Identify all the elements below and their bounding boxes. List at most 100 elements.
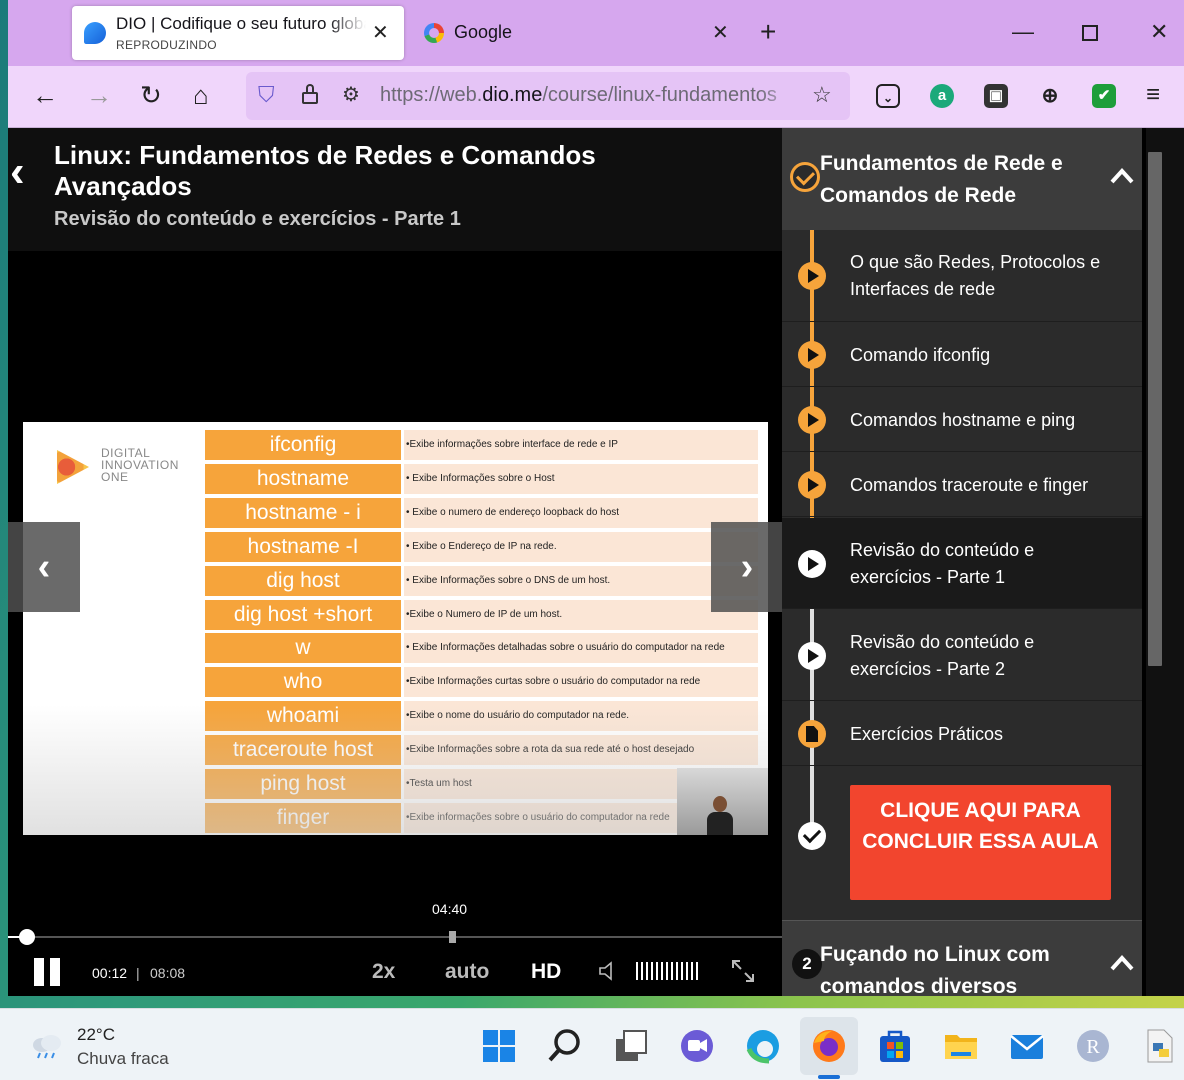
progress-track[interactable] bbox=[8, 936, 782, 938]
slide-command-label: dig host +short bbox=[205, 600, 401, 630]
sidebar-lesson-item[interactable]: Revisão do conteúdo e exercícios - Parte… bbox=[782, 610, 1142, 701]
slide-command-description: • Exibe Informações sobre o DNS de um ho… bbox=[404, 566, 758, 596]
slide-command-label: hostname bbox=[205, 464, 401, 494]
home-icon[interactable]: ⌂ bbox=[193, 80, 209, 110]
time-separator: | bbox=[136, 965, 140, 981]
extension-reader-icon[interactable]: ▣ bbox=[984, 84, 1008, 108]
edge-browser-icon[interactable] bbox=[744, 1027, 782, 1065]
menu-icon[interactable]: ≡ bbox=[1146, 80, 1160, 110]
progress-hover-marker bbox=[449, 931, 456, 943]
play-icon bbox=[798, 262, 826, 290]
tab-google[interactable]: Google ✕ bbox=[412, 6, 744, 60]
module-complete-icon bbox=[790, 162, 820, 192]
sidebar-lesson-label: Comando ifconfig bbox=[850, 345, 991, 365]
microsoft-store-icon[interactable] bbox=[876, 1027, 914, 1065]
quality-hd-button[interactable]: HD bbox=[531, 960, 561, 984]
fullscreen-icon[interactable] bbox=[730, 958, 756, 984]
chevron-up-icon[interactable] bbox=[1110, 164, 1134, 188]
course-title: Linux: Fundamentos de Redes e Comandos A… bbox=[54, 140, 596, 201]
maximize-icon[interactable] bbox=[1082, 20, 1098, 41]
dio-favicon-icon bbox=[84, 22, 106, 44]
module-header-next[interactable]: 2 Fuçando no Linux com comandos diversos bbox=[782, 920, 1142, 996]
lock-icon[interactable] bbox=[302, 82, 318, 104]
volume-icon[interactable] bbox=[598, 960, 620, 982]
sidebar-lesson-item[interactable]: O que são Redes, Protocolos e Interfaces… bbox=[782, 230, 1142, 322]
slide-command-label: finger bbox=[205, 803, 401, 833]
sidebar-lesson-label: Comandos hostname e ping bbox=[850, 410, 1076, 430]
bookmark-star-icon[interactable]: ☆ bbox=[812, 82, 832, 108]
slide-command-label: ifconfig bbox=[205, 430, 401, 460]
weather-description[interactable]: Chuva fraca bbox=[77, 1049, 169, 1069]
close-icon[interactable]: ✕ bbox=[712, 23, 729, 43]
browser-window: DIO | Codifique o seu futuro global REPR… bbox=[8, 0, 1184, 996]
address-bar[interactable]: ⛉ ⚙ https://web.dio.me/course/linux-fund… bbox=[246, 72, 850, 120]
active-app-indicator bbox=[818, 1075, 840, 1079]
previous-lesson-button[interactable]: ‹ bbox=[8, 522, 80, 612]
play-icon bbox=[798, 550, 826, 578]
windows-start-icon[interactable] bbox=[480, 1027, 518, 1065]
play-icon bbox=[798, 341, 826, 369]
new-tab-icon[interactable]: + bbox=[760, 18, 776, 46]
current-time: 00:12 bbox=[92, 965, 128, 981]
progress-handle[interactable] bbox=[19, 929, 35, 945]
close-window-icon[interactable]: ✕ bbox=[1150, 18, 1168, 46]
firefox-icon[interactable] bbox=[810, 1027, 848, 1065]
shield-icon[interactable]: ⛉ bbox=[258, 82, 275, 108]
cloud-rain-icon[interactable] bbox=[30, 1033, 64, 1059]
sidebar-lesson-item[interactable]: Exercícios Práticos bbox=[782, 702, 1142, 766]
next-lesson-button[interactable]: › bbox=[711, 522, 783, 612]
presenter-figure bbox=[707, 796, 733, 835]
zoom-search-icon[interactable]: ⊕ bbox=[1038, 84, 1062, 108]
tab-strip: DIO | Codifique o seu futuro global REPR… bbox=[8, 0, 1184, 66]
checkmark-extension-icon[interactable]: ✔ bbox=[1092, 84, 1116, 108]
sidebar-lesson-label: O que são Redes, Protocolos e Interfaces… bbox=[850, 252, 1101, 299]
scrollbar-thumb[interactable] bbox=[1148, 152, 1162, 666]
reload-icon[interactable]: ↻ bbox=[140, 80, 162, 110]
url-text[interactable]: https://web.dio.me/course/linux-fundamen… bbox=[380, 84, 800, 107]
file-explorer-icon[interactable] bbox=[942, 1027, 980, 1065]
search-icon[interactable] bbox=[546, 1027, 584, 1065]
sidebar-lesson-label: Revisão do conteúdo e exercícios - Parte… bbox=[850, 632, 1035, 679]
pocket-icon[interactable]: ⌄ bbox=[876, 84, 900, 108]
svg-text:R: R bbox=[1086, 1036, 1100, 1058]
amazon-assistant-icon[interactable]: a bbox=[930, 84, 954, 108]
play-icon bbox=[798, 642, 826, 670]
complete-lesson-button[interactable]: CLIQUE AQUI PARA CONCLUIR ESSA AULA bbox=[850, 785, 1111, 900]
slide-command-label: traceroute host bbox=[205, 735, 401, 765]
dio-logo-icon bbox=[57, 450, 89, 484]
sidebar-lesson-item[interactable]: Revisão do conteúdo e exercícios - Parte… bbox=[782, 518, 1142, 609]
task-view-icon[interactable] bbox=[612, 1027, 650, 1065]
tab-dio[interactable]: DIO | Codifique o seu futuro global REPR… bbox=[72, 6, 404, 60]
teams-chat-icon[interactable] bbox=[678, 1027, 716, 1065]
permissions-icon[interactable]: ⚙ bbox=[342, 82, 360, 108]
module-header[interactable]: Fundamentos de Rede e Comandos de Rede bbox=[782, 128, 1142, 230]
python-file-icon[interactable] bbox=[1140, 1027, 1178, 1065]
sidebar-lesson-item[interactable]: Comando ifconfig bbox=[782, 323, 1142, 387]
sidebar-lesson-item[interactable]: Comandos traceroute e finger bbox=[782, 453, 1142, 517]
pause-button[interactable] bbox=[34, 958, 62, 986]
weather-temperature[interactable]: 22°C bbox=[77, 1025, 115, 1045]
back-chevron-icon[interactable]: ‹ bbox=[10, 150, 25, 194]
slide-command-label: who bbox=[205, 667, 401, 697]
lesson-sidebar: Fundamentos de Rede e Comandos de Rede O… bbox=[782, 128, 1142, 996]
tab-audio-status: REPRODUZINDO bbox=[116, 38, 217, 52]
speed-button[interactable]: 2x bbox=[372, 960, 395, 984]
r-language-icon[interactable]: R bbox=[1074, 1027, 1112, 1065]
close-icon[interactable]: ✕ bbox=[372, 23, 389, 43]
chevron-up-icon[interactable] bbox=[1110, 951, 1134, 975]
volume-slider[interactable] bbox=[636, 962, 698, 980]
forward-icon[interactable]: → bbox=[86, 80, 112, 110]
minimize-icon[interactable]: — bbox=[1012, 18, 1034, 46]
slide-command-label: ping host bbox=[205, 769, 401, 799]
scrollbar[interactable] bbox=[1146, 128, 1184, 996]
hover-time-tooltip: 04:40 bbox=[432, 901, 468, 917]
document-icon bbox=[798, 720, 826, 748]
module-title: Fundamentos de Rede e Comandos de Rede bbox=[820, 152, 1063, 207]
quality-auto-button[interactable]: auto bbox=[445, 960, 489, 984]
video-frame[interactable]: DIGITAL INNOVATION ONE ifconfig •Exibe in… bbox=[23, 422, 768, 835]
back-icon[interactable]: ← bbox=[32, 80, 58, 110]
lesson-title: Revisão do conteúdo e exercícios - Parte… bbox=[54, 208, 461, 230]
sidebar-lesson-item[interactable]: Comandos hostname e ping bbox=[782, 388, 1142, 452]
mail-icon[interactable] bbox=[1008, 1027, 1046, 1065]
module-number: 2 bbox=[792, 949, 822, 979]
